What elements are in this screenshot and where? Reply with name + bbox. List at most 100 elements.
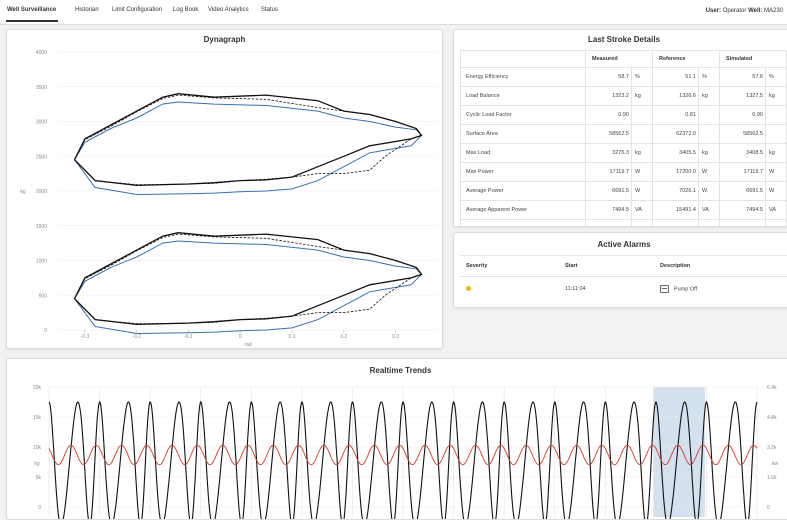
active-alarms-title: Active Alarms bbox=[597, 240, 651, 249]
user-value: Operator bbox=[722, 8, 747, 14]
measured-value: 58.7 bbox=[585, 67, 632, 87]
last-stroke-details-panel: Last Stroke Details Measured Reference S… bbox=[453, 29, 787, 227]
y-axis-label: kg bbox=[20, 189, 26, 195]
alarms-header-row: Severity Start Description bbox=[460, 255, 787, 277]
simulated-unit: kg bbox=[765, 86, 787, 106]
stroke-details-body: Energy Efficiency 58.7% 51.1% 57.6% Load Bal… bbox=[460, 67, 787, 226]
reference-unit: W bbox=[698, 162, 720, 182]
alarm-row[interactable]: 11:11:04 Pump Off bbox=[460, 277, 787, 302]
tab-status[interactable]: Status bbox=[261, 7, 278, 13]
stroke-row-label: Load Balance bbox=[460, 86, 586, 106]
tab-video-analytics[interactable]: Video Analytics bbox=[208, 7, 249, 13]
warning-severity-icon bbox=[466, 285, 471, 291]
left-y-tick-label: 5k bbox=[36, 475, 42, 481]
y-tick-label: 3500 bbox=[36, 85, 47, 91]
measured-series-upper bbox=[73, 93, 423, 187]
well-value: MA230 bbox=[763, 8, 783, 14]
stroke-row: Average Apparent Power 7494.5 VA 15491.4 VA 7… bbox=[460, 200, 787, 220]
stroke-row-label: Average Power bbox=[460, 181, 586, 201]
tab-log-book[interactable]: Log Book bbox=[173, 7, 198, 13]
y-tick-label: 0 bbox=[44, 328, 47, 334]
stroke-col-simulated: Simulated bbox=[719, 50, 787, 68]
stroke-row-label: Average Apparent Power bbox=[460, 200, 586, 220]
alarms-col-start: Start bbox=[559, 255, 654, 277]
simulated-unit bbox=[765, 105, 787, 125]
stroke-row-label: Max Power bbox=[460, 162, 586, 182]
right-y-tick-label: 1.6k bbox=[767, 475, 777, 481]
left-y-tick-label: 20k bbox=[33, 385, 42, 391]
y-tick-label: 1500 bbox=[36, 224, 47, 230]
reference-unit: VA bbox=[698, 200, 720, 220]
stroke-row-label: Max Load bbox=[460, 143, 586, 163]
tab-historian[interactable]: Historian bbox=[75, 7, 99, 13]
x-tick-label: -0.1 bbox=[184, 334, 193, 340]
reference-unit: kg bbox=[698, 86, 720, 106]
stroke-row: Max Load 3275.3 kg 3405.5 kg 3408.5 kg bbox=[460, 143, 787, 163]
stroke-row-label: Surface Area bbox=[460, 124, 586, 144]
simulated-value: 7494.5 bbox=[719, 200, 766, 220]
simulated-unit bbox=[765, 124, 787, 144]
reference-unit bbox=[698, 219, 720, 226]
simulated-value: 1327.5 bbox=[719, 86, 766, 106]
x-tick-label: -0.2 bbox=[132, 334, 141, 340]
reference-unit bbox=[698, 124, 720, 144]
stroke-col-measured: Measured bbox=[585, 50, 653, 68]
measured-unit bbox=[631, 105, 653, 125]
right-y-tick-label: 6.4k bbox=[767, 385, 777, 391]
reference-value: 62372.0 bbox=[652, 124, 699, 144]
left-y-tick-label: 15k bbox=[33, 415, 42, 421]
left-y-tick-label: 10k bbox=[33, 445, 42, 451]
right-y-tick-label: 3.2k bbox=[767, 445, 777, 451]
measured-value: 17119.7 bbox=[585, 162, 632, 182]
y-tick-label: 3000 bbox=[36, 120, 47, 126]
alarm-description: Pump Off bbox=[674, 286, 698, 293]
measured-unit: % bbox=[631, 67, 653, 87]
stroke-row-label: Energy Efficiency bbox=[460, 67, 586, 87]
stroke-details-table: Measured Reference Simulated Energy Effi… bbox=[460, 50, 787, 226]
simulated-unit: W bbox=[765, 162, 787, 182]
alarm-severity-cell bbox=[460, 277, 559, 302]
reference-value: 15491.4 bbox=[652, 200, 699, 220]
right-y-tick-label: 4.8k bbox=[767, 415, 777, 421]
measured-unit: W bbox=[631, 181, 653, 201]
reference-series-lower bbox=[74, 233, 423, 325]
simulated-value: 0.90 bbox=[719, 105, 766, 125]
stroke-row: Max Power 17119.7 W 17200.0 W 17119.7 W bbox=[460, 162, 787, 182]
simulated-value: 3408.5 bbox=[719, 143, 766, 163]
stroke-row: Load Balance 1323.2 kg 1326.6 kg 1327.5 kg bbox=[460, 86, 787, 106]
measured-value: 7494.5 bbox=[585, 200, 632, 220]
message-icon[interactable] bbox=[660, 285, 669, 293]
stroke-row: Cyclic Load Factor 0.90 0.81 0.90 bbox=[460, 105, 787, 125]
realtime-trends-chart: 05k10k15k20k01.6k3.2k4.8k6.4kkg kw bbox=[33, 385, 778, 519]
tab-well-surveillance[interactable]: Well Surveillance bbox=[7, 7, 56, 13]
alarms-col-severity: Severity bbox=[460, 255, 559, 277]
x-axis-label: rad bbox=[244, 342, 251, 348]
stroke-row: Average Power Factor0.890.450.89 bbox=[460, 219, 787, 226]
stroke-details-title: Last Stroke Details bbox=[587, 35, 661, 44]
simulated-value: 57.6 bbox=[719, 67, 766, 87]
reference-unit: % bbox=[698, 67, 720, 87]
reference-value: 0.45 bbox=[652, 219, 699, 226]
y-tick-label: 2000 bbox=[36, 189, 47, 195]
simulated-value: 6691.5 bbox=[719, 181, 766, 201]
tab-limit-configuration[interactable]: Limit Configuration bbox=[112, 7, 162, 13]
well-label: Well: bbox=[748, 8, 763, 14]
reference-value: 51.1 bbox=[652, 67, 699, 87]
stroke-row-label: Average Power Factor bbox=[460, 219, 586, 226]
reference-unit: W bbox=[698, 181, 720, 201]
stroke-row-label: Cyclic Load Factor bbox=[460, 105, 586, 125]
measured-value: 6691.5 bbox=[585, 181, 632, 201]
simulated-value: 17119.7 bbox=[719, 162, 766, 182]
measured-unit bbox=[631, 124, 653, 144]
measured-unit: kg bbox=[631, 86, 653, 106]
x-tick-label: 0 bbox=[239, 334, 242, 340]
y-tick-label: 4000 bbox=[36, 50, 47, 56]
alarm-description-cell: Pump Off bbox=[654, 277, 787, 302]
simulated-unit: W bbox=[765, 181, 787, 201]
reference-value: 17200.0 bbox=[652, 162, 699, 182]
stroke-col-label bbox=[460, 50, 586, 68]
measured-unit: VA bbox=[631, 200, 653, 220]
stroke-col-reference: Reference bbox=[652, 50, 720, 68]
stroke-row: Surface Area 58562.5 62372.0 58562.5 bbox=[460, 124, 787, 144]
y-tick-label: 2500 bbox=[36, 154, 47, 160]
